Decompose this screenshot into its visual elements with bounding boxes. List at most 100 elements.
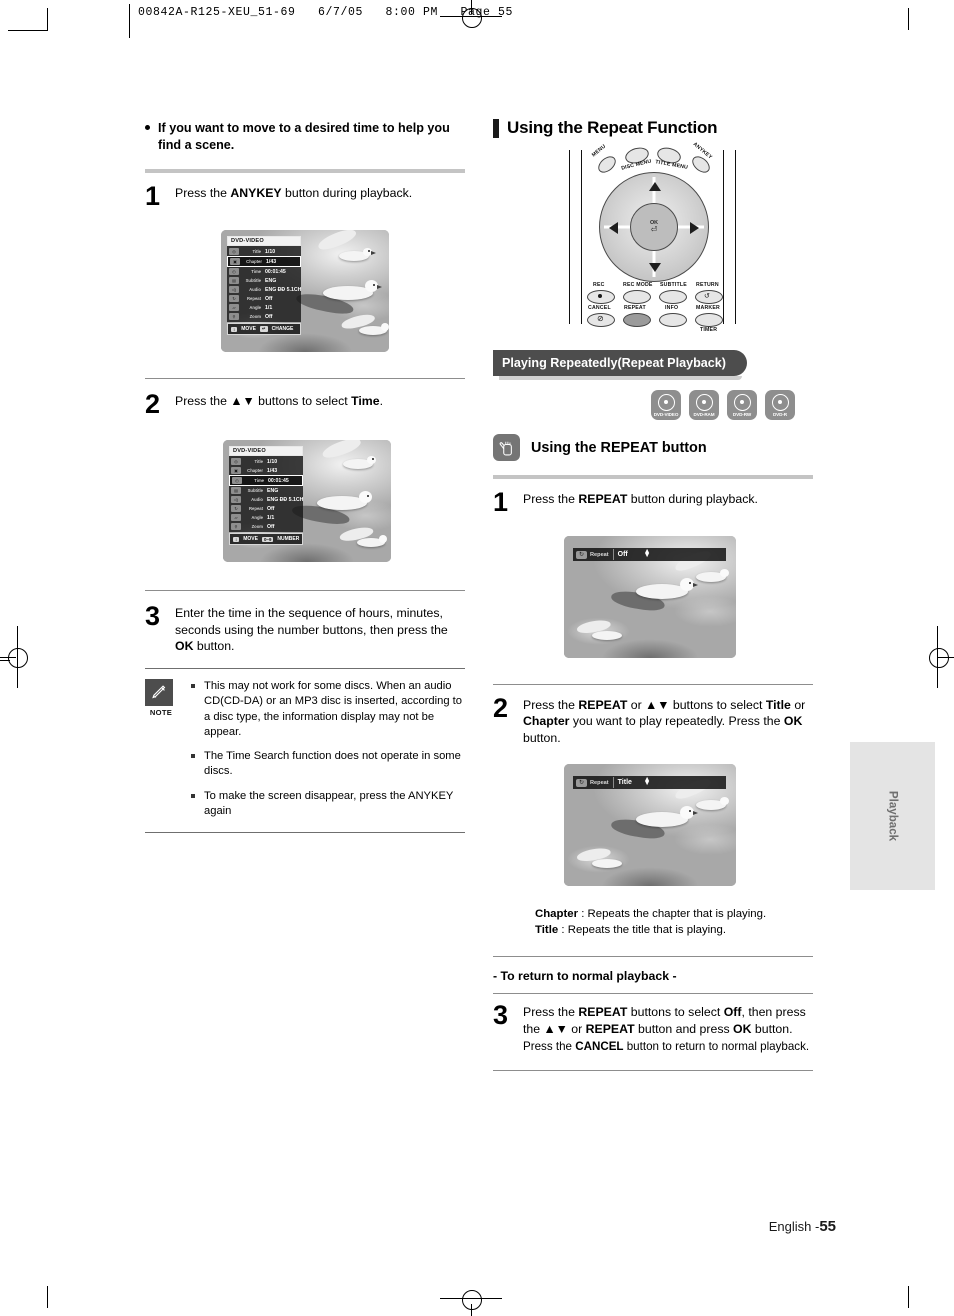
note-item-text: This may not work for some discs. When a…	[204, 680, 463, 738]
right-step-3-number: 3	[493, 1000, 509, 1031]
disc-badge-label: DVD-RAM	[693, 411, 715, 417]
repeat-osd-screenshot-off: ↻ Repeat Off ▲ ▼	[564, 536, 736, 658]
osd-row-repeat[interactable]: ↻ Repeat Off	[227, 294, 301, 303]
left-arrow-icon[interactable]	[609, 222, 618, 234]
updown-arrows-icon[interactable]: ▲ ▼	[644, 776, 651, 787]
chapter-description-text: : Repeats the chapter that is playing.	[578, 908, 767, 921]
right-arrow-icon[interactable]	[690, 222, 699, 234]
osd-row-time-label: Time	[251, 269, 261, 275]
osd-row-zoom[interactable]: ⚲ Zoom Off	[227, 312, 301, 321]
repeat-osd-bar: ↻ Repeat Off ▲ ▼	[573, 548, 726, 561]
osd2-row-subtitle[interactable]: ▤ Subtitle ENG	[229, 486, 303, 495]
divider-thick-1	[145, 169, 465, 174]
osd2-row-time-label: Time	[254, 478, 264, 484]
left-step-1-text: Press the ANYKEY button during playback.	[175, 186, 413, 201]
left-step-2-number: 2	[145, 389, 161, 420]
osd-row-audio-value: ENG ĐĐ 5.1CH	[265, 286, 302, 293]
osd2-row-chapter-label: Chapter	[247, 468, 263, 474]
osd2-row-chapter[interactable]: ▣ Chapter 1/43	[229, 466, 303, 475]
osd2-row-subtitle-value: ENG	[267, 487, 279, 494]
info-button[interactable]	[659, 313, 687, 327]
osd-row-subtitle[interactable]: ▤ Subtitle ENG	[227, 276, 301, 285]
osd-row-chapter[interactable]: ▣ Chapter 1/43	[227, 256, 301, 268]
note-items: This may not work for some discs. When a…	[191, 679, 465, 828]
disc-badge-dvd-r: DVD-R	[765, 390, 795, 420]
crop-mark-top-left-h	[8, 30, 48, 31]
osd-key-move: ↕	[231, 326, 238, 332]
chapter-side-tab: Playback	[850, 742, 935, 890]
disc-ring-icon	[657, 393, 675, 411]
zoom-icon: ⚲	[231, 523, 241, 531]
osd2-row-angle[interactable]: ▱ Angle 1/1	[229, 513, 303, 522]
osd-screenshot-anykey: DVD-VIDEO ◎ Title 1/10 ▣ Chapter 1/43 ◴	[221, 230, 389, 353]
osd-row-chapter-value: 1/43	[266, 258, 277, 265]
disc-ring-icon	[695, 393, 713, 411]
right-step-2-number: 2	[493, 693, 509, 723]
remote-control-diagram: MENU DISC MENU TITLE MENU ANYKEY OK ⏎ RE…	[567, 141, 739, 333]
divider-thick-right-1	[493, 475, 813, 479]
divider-thin-right-1	[493, 684, 813, 685]
repeat-button[interactable]	[623, 313, 651, 327]
osd2-row-repeat[interactable]: ↻ Repeat Off	[229, 504, 303, 513]
divider-note-bottom	[145, 832, 465, 834]
subtitle-button[interactable]	[659, 290, 687, 304]
enter-icon: ⏎	[650, 225, 658, 234]
osd-row-time[interactable]: ◴ Time 00:01:45	[227, 267, 301, 276]
marker-button[interactable]	[695, 313, 723, 327]
section-title-text: Using the Repeat Function	[507, 118, 718, 137]
left-column: If you want to move to a desired time to…	[145, 120, 465, 834]
osd2-row-audio[interactable]: ◁) Audio ENG ĐĐ 5.1CH	[229, 495, 303, 504]
cancel-button-label: CANCEL	[588, 305, 611, 311]
chapter-side-tab-label: Playback	[886, 790, 899, 842]
menu-button[interactable]	[595, 153, 619, 176]
section-title: Using the Repeat Function	[493, 118, 813, 138]
repeat-osd-value: Off	[617, 551, 628, 558]
right-step-3-text: Press the REPEAT buttons to select Off, …	[523, 1002, 813, 1054]
osd-row-chapter-label: Chapter	[246, 259, 262, 265]
bullet-dot-icon	[145, 125, 150, 130]
page-footer: English -55	[0, 1218, 836, 1235]
bullet-heading-text: If you want to move to a desired time to…	[158, 121, 450, 152]
registration-mark-left	[8, 648, 28, 668]
repeat-mode-descriptions: Chapter : Repeats the chapter that is pl…	[535, 906, 813, 938]
osd-row-audio[interactable]: ◁) Audio ENG ĐĐ 5.1CH	[227, 285, 301, 294]
osd2-row-angle-value: 1/1	[267, 514, 275, 521]
chapter-description: Chapter : Repeats the chapter that is pl…	[535, 906, 813, 922]
remote-edge-left	[569, 150, 570, 324]
menu-button-label: MENU	[590, 143, 608, 159]
ok-button[interactable]: OK ⏎	[630, 203, 678, 251]
cancel-slash-icon: ⊘	[597, 314, 604, 323]
osd-row-angle[interactable]: ▱ Angle 1/1	[227, 303, 301, 312]
registration-cross-left-v	[17, 626, 18, 688]
subtitle-icon: ▤	[231, 487, 241, 495]
marker-button-label: MARKER	[696, 305, 720, 311]
osd2-row-zoom[interactable]: ⚲ Zoom Off	[229, 522, 303, 531]
divider-thin-right-4	[493, 1070, 813, 1072]
osd-rows: ◎ Title 1/10 ▣ Chapter 1/43 ◴ Time 00:01…	[227, 246, 301, 323]
crop-mark-top-left-v	[47, 8, 48, 30]
pencil-icon	[145, 679, 173, 707]
angle-icon: ▱	[231, 514, 241, 522]
osd-rows-2: ◎ Title 1/10 ▣ Chapter 1/43 ◴ Time 00:01…	[229, 456, 303, 533]
osd-row-title[interactable]: ◎ Title 1/10	[227, 247, 301, 256]
osd2-row-title[interactable]: ◎ Title 1/10	[229, 457, 303, 466]
osd-footer-hints-2: ↕ MOVE 0~9 NUMBER	[229, 533, 303, 546]
osd2-row-repeat-label: Repeat	[249, 506, 263, 512]
updown-arrows-icon[interactable]: ▲ ▼	[644, 548, 651, 559]
osd-key-change: ↵	[259, 326, 268, 333]
disc-badge-dvd-video: DVD-VIDEO	[651, 390, 681, 420]
subhead-repeat-button: Using the REPEAT button	[493, 434, 813, 461]
footer-language: English -	[768, 1219, 820, 1234]
rec-mode-button[interactable]	[623, 290, 651, 304]
osd2-row-time[interactable]: ◴ Time 00:01:45	[229, 475, 303, 487]
seagull-top-2	[320, 440, 377, 480]
osd2-row-chapter-value: 1/43	[267, 467, 278, 474]
registration-mark-bottom	[462, 1290, 482, 1310]
osd-row-title-value: 1/10	[265, 248, 276, 255]
divider-thin-right-3	[493, 993, 813, 995]
repeat-icon: ↻	[576, 550, 587, 559]
down-arrow-icon[interactable]	[649, 263, 661, 272]
up-arrow-icon[interactable]	[649, 182, 661, 191]
repeat-osd-screenshot-title: ↻ Repeat Title ▲ ▼	[564, 764, 736, 887]
direction-pad[interactable]: OK ⏎	[599, 172, 709, 282]
